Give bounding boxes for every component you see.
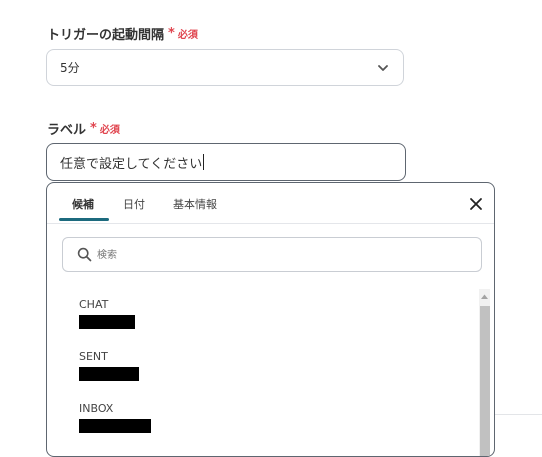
tab-basic-info[interactable]: 基本情報	[173, 196, 217, 212]
list-item-inbox[interactable]: INBOX	[79, 402, 439, 448]
list-item-name: CHAT	[79, 298, 109, 311]
required-text: 必須	[99, 125, 120, 136]
list-item-name: INBOX	[79, 402, 114, 415]
trigger-interval-select[interactable]: 5分	[46, 49, 404, 86]
label-input[interactable]: 任意で設定してください	[46, 143, 406, 181]
required-mark: *	[168, 26, 175, 41]
tab-candidates[interactable]: 候補	[72, 196, 94, 212]
search-icon	[77, 247, 92, 262]
value-picker-panel: 候補 日付 基本情報 CHAT SENT INBOX	[46, 182, 495, 457]
picker-scrollbar[interactable]	[479, 289, 490, 456]
chevron-down-icon	[378, 65, 388, 71]
list-item-sent[interactable]: SENT	[79, 350, 439, 396]
picker-tabs: 候補 日付 基本情報	[47, 183, 494, 224]
background-divider	[495, 414, 542, 415]
picker-search-box	[62, 237, 482, 272]
scrollbar-thumb[interactable]	[480, 306, 490, 456]
list-item-name: SENT	[79, 350, 108, 363]
trigger-interval-label: トリガーの起動間隔 * 必須	[47, 24, 198, 43]
redacted-value	[79, 367, 139, 381]
redacted-value	[79, 315, 135, 329]
trigger-interval-value: 5分	[60, 61, 80, 75]
label-input-value: 任意で設定してください	[60, 156, 203, 172]
close-icon[interactable]	[469, 197, 483, 211]
tab-date[interactable]: 日付	[123, 196, 145, 212]
trigger-interval-label-text: トリガーの起動間隔	[47, 28, 165, 43]
label-field-label-text: ラベル	[47, 123, 87, 138]
active-tab-indicator	[59, 218, 109, 221]
redacted-value	[79, 419, 151, 433]
picker-search-input[interactable]	[97, 246, 467, 264]
text-caret	[203, 154, 205, 170]
required-mark: *	[90, 121, 97, 136]
required-text: 必須	[177, 30, 198, 41]
label-field-label: ラベル * 必須	[47, 119, 120, 138]
scroll-up-arrow-icon[interactable]	[479, 289, 490, 303]
list-item-chat[interactable]: CHAT	[79, 298, 439, 344]
